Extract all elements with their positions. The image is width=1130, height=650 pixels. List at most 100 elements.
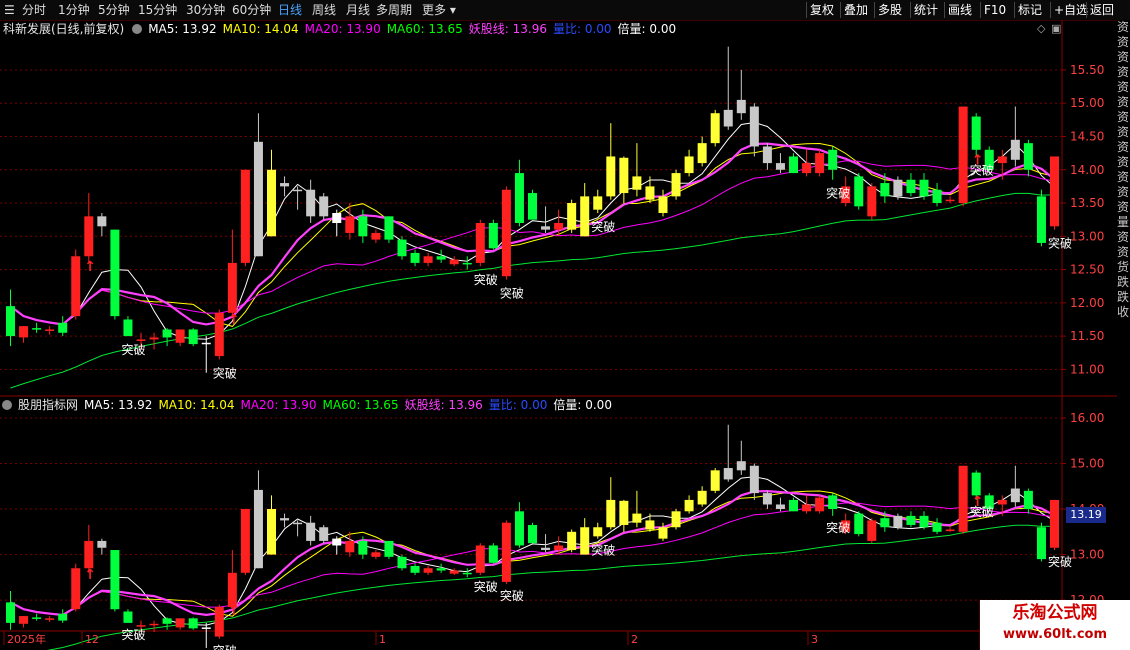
candle-body [580,196,590,237]
candle-body [332,213,342,223]
candle-body [1023,490,1033,510]
main-panel-title: 科新发展(日线,前复权) [3,22,125,36]
candle-body [227,572,237,607]
candle-body [880,183,890,197]
candle-body [97,540,107,548]
candle-body [541,226,551,230]
candle-body [449,570,459,574]
candle-body [306,522,316,541]
candle-body [554,545,564,551]
indicator-label-3: MA60: 13.65 [386,22,463,36]
candle-body [71,256,81,317]
candle-body [528,193,537,220]
candle-body [332,538,342,546]
candle-body [697,143,707,164]
candle-body [358,216,368,237]
side-char: 资 [1117,155,1130,169]
candle-body [958,465,968,532]
candle-body [789,499,798,512]
side-char: 资 [1117,170,1130,184]
candle-body [397,239,407,257]
candle-body [1010,139,1020,160]
y-tick-label: 11.50 [1070,329,1104,343]
candle-body [358,540,368,555]
side-char: 跌 [1117,290,1130,304]
candle-body [762,146,772,164]
y-tick-label: 13.00 [1070,548,1104,562]
side-char: 收 [1117,305,1130,319]
up-arrow-icon: ↑ [228,603,240,619]
indicator-label-1: MA10: 14.04 [222,22,299,36]
candle-body [123,319,133,337]
up-arrow-icon: ↑ [972,152,984,168]
indicator-label-5: 量比: 0.00 [552,22,612,36]
candle-body [684,156,694,174]
breakout-label: 突破 [121,627,145,642]
candle-body [240,169,250,263]
main-panel-header: 科新发展(日线,前复权) MA5: 13.92 MA10: 14.04 MA20: 1… [0,21,688,37]
candle-body [580,527,590,555]
candle-body [945,199,955,202]
sub-panel-title: 股朋指标网 [18,398,79,412]
candle-body [214,606,224,637]
candle-body [710,470,720,491]
breakout-label: 突破 [1048,236,1072,251]
diamond-icon[interactable]: ◇ [1037,22,1045,35]
y-tick-label: 15.00 [1070,96,1104,110]
candle-body [997,499,1007,505]
breakout-label: 突破 [500,286,524,301]
up-arrow-icon: ↑ [84,259,96,275]
candle-body [528,524,537,544]
side-char: 货 [1117,260,1130,274]
breakout-label: 突破 [474,579,498,594]
sub-panel-settings-icon[interactable] [2,400,12,410]
y-tick-label: 12.00 [1070,296,1104,310]
candle-body [475,222,485,263]
candle-body [58,613,68,621]
y-tick-label: 11.00 [1070,362,1104,376]
indicator-label-5: 量比: 0.00 [488,398,548,412]
candle-body [606,499,616,528]
kline-chart[interactable]: 15.50 15.00 14.50 14.00 13.50 13.00 12.50 12.00… [0,0,1130,650]
indicator-settings-icon[interactable] [132,24,143,34]
candle-body [567,203,577,230]
candle-body [6,306,15,337]
side-char: 资 [1117,20,1130,34]
candle-body [945,529,955,532]
candle-body [45,329,55,331]
side-info-column: 资资资资资资资资资资资资资量资资货跌跌收 [1117,20,1130,600]
ma5-line [10,121,1055,340]
candle-body [319,196,329,217]
yaogu-line [9,142,1056,326]
candle-body [736,461,746,471]
candle-body [267,509,276,555]
candle-body [371,552,381,557]
candle-body [345,540,355,553]
window-mode-icon[interactable]: ▣ [1051,22,1061,35]
candle-body [175,618,185,628]
candle-body [19,326,29,338]
candle-body [802,163,812,174]
watermark-line1: 乐淘公式网 [1012,603,1098,623]
candle-body [58,322,68,333]
indicator-label-3: MA60: 13.65 [322,398,399,412]
candle-body [893,515,903,528]
candle-body [423,256,433,263]
candle-body [971,116,981,150]
candle-body [919,515,929,528]
candle-body [19,616,29,624]
candle-body [775,504,785,510]
indicator-label-0: MA5: 13.92 [84,398,153,412]
candle-body [789,156,798,174]
candle-body [32,617,42,619]
candle-body [319,527,329,541]
side-char: 资 [1117,245,1130,259]
current-price-tag: 13.19 [1066,507,1106,523]
y-tick-label: 13.00 [1070,229,1104,243]
candle-body [188,329,198,345]
candle-body [162,618,172,624]
side-char: 资 [1117,230,1130,244]
candle-body [619,500,629,525]
candle-body [188,618,198,629]
candle-body [762,493,772,505]
